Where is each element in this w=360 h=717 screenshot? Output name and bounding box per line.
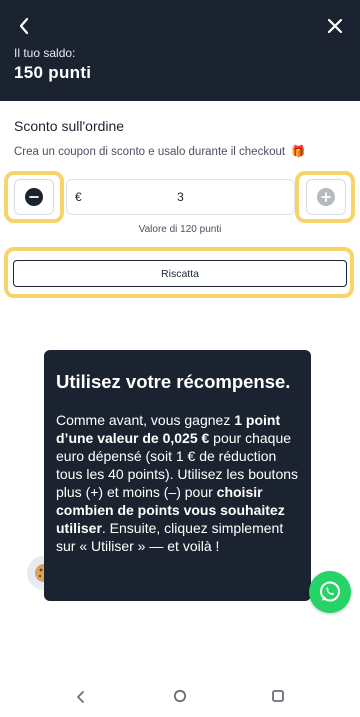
balance-header: Il tuo saldo: 150 punti [0, 0, 360, 101]
balance-label: Il tuo saldo: [14, 46, 76, 60]
points-value-note: Valore di 120 punti [138, 224, 222, 235]
plus-icon [317, 188, 335, 206]
system-navbar [0, 676, 360, 717]
balance-points: 150 punti [14, 63, 92, 82]
tooltip-body: Comme avant, vous gagnez 1 point d’une v… [56, 411, 299, 555]
close-icon[interactable] [322, 13, 348, 39]
minus-icon [25, 188, 43, 206]
onboarding-tooltip: Utilisez votre récompense. Comme avant, … [44, 350, 311, 601]
redeem-button[interactable]: Riscatta [13, 260, 347, 287]
whatsapp-button[interactable] [309, 571, 351, 613]
tooltip-text-1: Comme avant, vous gagnez [56, 412, 235, 428]
app-screen: Il tuo saldo: 150 punti Sconto sull'ordi… [0, 0, 360, 717]
decrease-button[interactable] [14, 179, 54, 215]
increase-button[interactable] [306, 179, 346, 215]
gift-icon: 🎁 [291, 146, 306, 158]
section-title: Sconto sull'ordine [14, 118, 125, 134]
tooltip-title: Utilisez votre récompense. [56, 371, 291, 392]
nav-recent-icon[interactable] [270, 688, 286, 704]
section-subtitle-text: Crea un coupon di sconto e usalo durante… [14, 146, 286, 158]
nav-home-icon[interactable] [172, 688, 188, 704]
amount-value: 3 [177, 190, 184, 204]
amount-field[interactable]: € 3 [66, 179, 295, 215]
whatsapp-icon [320, 581, 340, 602]
nav-back-icon[interactable] [72, 688, 90, 706]
section-subtitle: Crea un coupon di sconto e usalo durante… [14, 144, 306, 158]
back-arrow-icon[interactable] [12, 13, 38, 39]
